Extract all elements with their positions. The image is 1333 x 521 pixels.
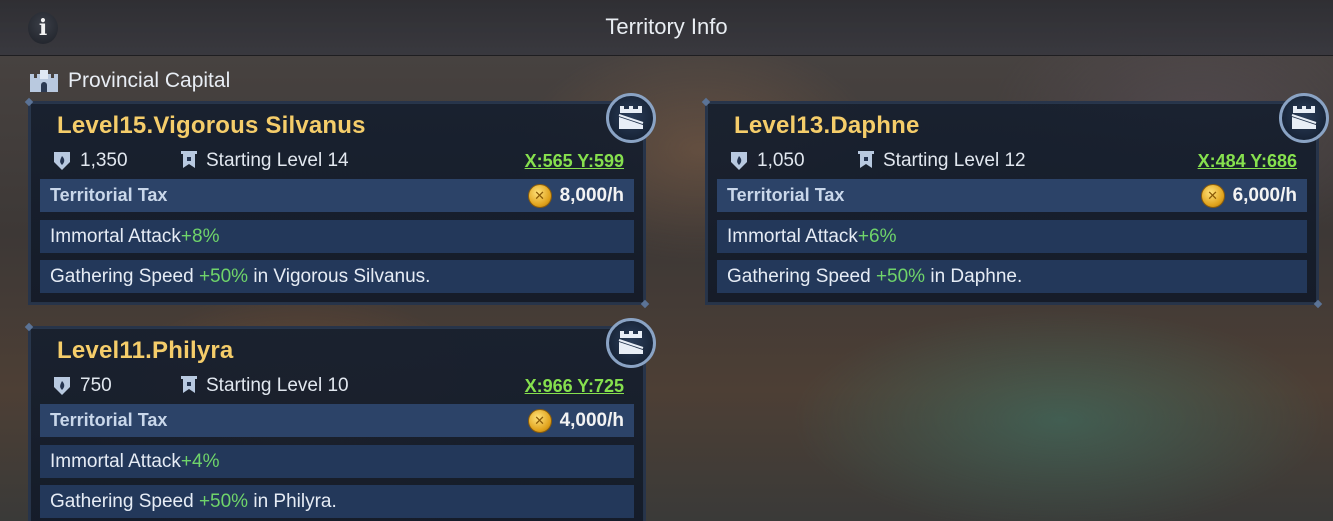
territory-card[interactable]: Level11.Philyra 750 Starting Level 10 X:… [28, 318, 656, 521]
tax-amount: ✕ 4,000/h [527, 408, 624, 433]
tax-label: Territorial Tax [50, 410, 168, 430]
starting-level-label: Starting Level 12 [883, 150, 1026, 171]
section-label: Provincial Capital [68, 69, 231, 92]
buff-value: +4% [180, 450, 220, 472]
fortress-badge-icon[interactable] [1279, 93, 1329, 143]
buff-value: +6% [857, 225, 897, 247]
starting-level: Starting Level 12 [857, 150, 1026, 172]
buff-label: Gathering Speed [727, 265, 876, 287]
banner-flag-icon [181, 151, 197, 168]
section-header: Provincial Capital [28, 66, 230, 96]
buff-row: Immortal Attack +8% [40, 220, 634, 253]
starting-level-label: Starting Level 14 [206, 150, 349, 171]
starting-level: Starting Level 10 [180, 375, 349, 397]
buff-row: Gathering Speed +50% in Daphne. [717, 260, 1307, 293]
buff-row: Gathering Speed +50% in Philyra. [40, 485, 634, 518]
territory-stats: 1,350 Starting Level 14 X:565 Y:599 [52, 147, 624, 175]
coordinates-link[interactable]: X:565 Y:599 [525, 151, 624, 172]
tax-value: 4,000/h [559, 409, 624, 431]
territory-card[interactable]: Level15.Vigorous Silvanus 1,350 Starting… [28, 93, 656, 305]
territory-name: Level13.Daphne [734, 112, 920, 139]
buff-value: +8% [180, 225, 220, 247]
starting-level-label: Starting Level 10 [206, 375, 349, 396]
territorial-tax-row: Territorial Tax ✕ 4,000/h [40, 404, 634, 437]
top-bar: i Territory Info [0, 0, 1333, 56]
territory-name: Level11.Philyra [57, 337, 234, 364]
buff-row: Gathering Speed +50% in Vigorous Silvanu… [40, 260, 634, 293]
tax-amount: ✕ 6,000/h [1200, 183, 1297, 208]
buff-value: +50% [198, 490, 249, 512]
power-stat: 1,050 [729, 150, 857, 172]
tax-amount: ✕ 8,000/h [527, 183, 624, 208]
territorial-tax-row: Territorial Tax ✕ 8,000/h [40, 179, 634, 212]
fortress-badge-icon[interactable] [606, 318, 656, 368]
buff-suffix: in Daphne. [925, 265, 1023, 287]
buff-row: Immortal Attack +4% [40, 445, 634, 478]
banner-flag-icon [181, 376, 197, 393]
flame-shield-icon [54, 377, 70, 395]
territory-stats: 750 Starting Level 10 X:966 Y:725 [52, 372, 624, 400]
power-value: 1,350 [80, 150, 128, 171]
tax-value: 8,000/h [559, 184, 624, 206]
tax-value: 6,000/h [1232, 184, 1297, 206]
territorial-tax-row: Territorial Tax ✕ 6,000/h [717, 179, 1307, 212]
castle-icon [30, 70, 58, 92]
coordinates-link[interactable]: X:484 Y:686 [1198, 151, 1297, 172]
buff-label: Gathering Speed [50, 265, 199, 287]
territory-card[interactable]: Level13.Daphne 1,050 Starting Level 12 X… [705, 93, 1329, 305]
buff-suffix: in Philyra. [248, 490, 337, 512]
buff-value: +50% [198, 265, 249, 287]
gold-coin-icon: ✕ [527, 183, 552, 208]
buff-value: +50% [875, 265, 926, 287]
banner-flag-icon [858, 151, 874, 168]
power-stat: 750 [52, 375, 180, 397]
gold-coin-icon: ✕ [1200, 183, 1225, 208]
power-value: 1,050 [757, 150, 805, 171]
flame-shield-icon [731, 152, 747, 170]
buff-label: Immortal Attack [50, 450, 181, 472]
buff-label: Gathering Speed [50, 490, 199, 512]
power-stat: 1,350 [52, 150, 180, 172]
buff-suffix: in Vigorous Silvanus. [248, 265, 431, 287]
fortress-badge-icon[interactable] [606, 93, 656, 143]
tax-label: Territorial Tax [727, 185, 845, 205]
power-value: 750 [80, 375, 112, 396]
buff-label: Immortal Attack [727, 225, 858, 247]
buff-label: Immortal Attack [50, 225, 181, 247]
territory-stats: 1,050 Starting Level 12 X:484 Y:686 [729, 147, 1297, 175]
buff-row: Immortal Attack +6% [717, 220, 1307, 253]
starting-level: Starting Level 14 [180, 150, 349, 172]
tax-label: Territorial Tax [50, 185, 168, 205]
gold-coin-icon: ✕ [527, 408, 552, 433]
coordinates-link[interactable]: X:966 Y:725 [525, 376, 624, 397]
territory-name: Level15.Vigorous Silvanus [57, 112, 366, 139]
page-title: Territory Info [605, 14, 728, 39]
flame-shield-icon [54, 152, 70, 170]
